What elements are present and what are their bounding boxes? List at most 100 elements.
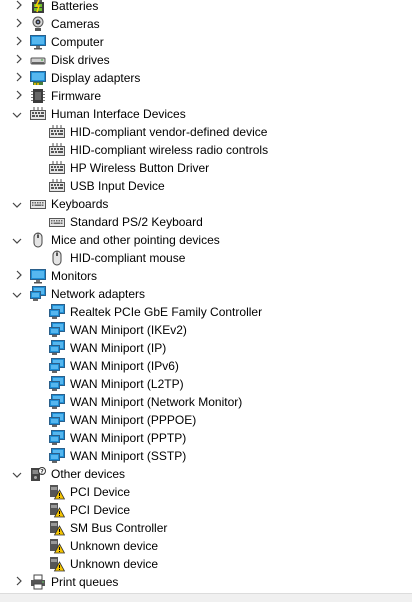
tree-device-unknown-device[interactable]: Unknown device [0, 537, 412, 555]
chevron-down-icon[interactable] [12, 285, 26, 303]
tree-device-hid-compliant-mouse[interactable]: HID-compliant mouse [0, 249, 412, 267]
tree-item-label: WAN Miniport (SSTP) [70, 449, 187, 463]
tree-item-label: HP Wireless Button Driver [70, 161, 210, 175]
tree-item-label: Unknown device [70, 557, 159, 571]
tree-device-wan-miniport-ikev2[interactable]: WAN Miniport (IKEv2) [0, 321, 412, 339]
tree-category-print-queues[interactable]: Print queues [0, 573, 412, 591]
chevron-down-icon[interactable] [12, 465, 26, 483]
network-adapter-icon [49, 322, 65, 338]
tree-category-display-adapters[interactable]: Display adapters [0, 69, 412, 87]
network-adapter-icon [49, 394, 65, 410]
tree-item-label: Computer [51, 35, 104, 49]
network-adapter-icon [49, 358, 65, 374]
disk-drive-icon [30, 52, 46, 68]
tree-device-usb-input-device[interactable]: USB Input Device [0, 177, 412, 195]
svg-text:?: ? [40, 469, 44, 476]
display-adapter-icon [30, 70, 46, 86]
network-adapter-icon [49, 340, 65, 356]
tree-device-hid-compliant-wireless-radio-controls[interactable]: HID-compliant wireless radio controls [0, 141, 412, 159]
hid-icon [49, 160, 65, 176]
chevron-down-icon[interactable] [12, 231, 26, 249]
tree-category-mice-and-other-pointing-devices[interactable]: Mice and other pointing devices [0, 231, 412, 249]
tree-item-label: HID-compliant mouse [70, 251, 186, 265]
tree-device-pci-device[interactable]: PCI Device [0, 501, 412, 519]
tree-item-label: PCI Device [70, 503, 131, 517]
firmware-icon [30, 88, 46, 104]
tree-item-label: SM Bus Controller [70, 521, 168, 535]
tree-category-computer[interactable]: Computer [0, 33, 412, 51]
tree-item-label: Mice and other pointing devices [51, 233, 220, 247]
tree-device-sm-bus-controller[interactable]: SM Bus Controller [0, 519, 412, 537]
tree-item-label: Cameras [51, 17, 100, 31]
tree-item-label: WAN Miniport (L2TP) [70, 377, 184, 391]
tree-item-label: Firmware [51, 89, 101, 103]
chevron-right-icon[interactable] [12, 87, 26, 105]
tree-item-label: WAN Miniport (IP) [70, 341, 167, 355]
device-tree: Batteries Cameras Computer Disk drives Displ… [0, 0, 412, 602]
tree-category-firmware[interactable]: Firmware [0, 87, 412, 105]
tree-category-network-adapters[interactable]: Network adapters [0, 285, 412, 303]
hid-icon [49, 124, 65, 140]
warning-device-icon [49, 520, 66, 536]
warning-device-icon [49, 538, 66, 554]
tree-device-hid-compliant-vendor-defined-device[interactable]: HID-compliant vendor-defined device [0, 123, 412, 141]
network-adapter-icon [30, 286, 46, 302]
chevron-right-icon[interactable] [12, 0, 26, 15]
network-adapter-icon [49, 304, 65, 320]
tree-device-wan-miniport-sstp[interactable]: WAN Miniport (SSTP) [0, 447, 412, 465]
tree-category-disk-drives[interactable]: Disk drives [0, 51, 412, 69]
tree-item-label: Batteries [51, 0, 99, 13]
tree-item-label: HID-compliant vendor-defined device [70, 125, 268, 139]
tree-device-unknown-device[interactable]: Unknown device [0, 555, 412, 573]
tree-device-wan-miniport-network-monitor[interactable]: WAN Miniport (Network Monitor) [0, 393, 412, 411]
tree-device-pci-device[interactable]: PCI Device [0, 483, 412, 501]
warning-device-icon [49, 556, 66, 572]
chevron-right-icon[interactable] [12, 573, 26, 591]
battery-icon [30, 0, 46, 14]
keyboard-icon [49, 214, 65, 230]
chevron-down-icon[interactable] [12, 105, 26, 123]
monitor-icon [30, 34, 46, 50]
chevron-right-icon[interactable] [12, 69, 26, 87]
tree-item-label: Disk drives [51, 53, 110, 67]
tree-device-wan-miniport-l2tp[interactable]: WAN Miniport (L2TP) [0, 375, 412, 393]
tree-device-wan-miniport-pptp[interactable]: WAN Miniport (PPTP) [0, 429, 412, 447]
chevron-down-icon[interactable] [12, 195, 26, 213]
tree-category-monitors[interactable]: Monitors [0, 267, 412, 285]
mouse-icon [49, 250, 65, 266]
mouse-icon [30, 232, 46, 248]
tree-device-wan-miniport-ipv6[interactable]: WAN Miniport (IPv6) [0, 357, 412, 375]
horizontal-scrollbar[interactable] [0, 593, 412, 602]
chevron-right-icon[interactable] [12, 267, 26, 285]
keyboard-icon [30, 196, 46, 212]
tree-category-batteries[interactable]: Batteries [0, 0, 412, 15]
tree-device-hp-wireless-button-driver[interactable]: HP Wireless Button Driver [0, 159, 412, 177]
chevron-right-icon[interactable] [12, 15, 26, 33]
tree-item-label: Display adapters [51, 71, 141, 85]
hid-icon [49, 178, 65, 194]
tree-category-keyboards[interactable]: Keyboards [0, 195, 412, 213]
tree-item-label: Print queues [51, 575, 119, 589]
tree-item-label: WAN Miniport (PPPOE) [70, 413, 197, 427]
tree-item-label: WAN Miniport (PPTP) [70, 431, 187, 445]
chevron-right-icon[interactable] [12, 33, 26, 51]
hid-icon [30, 106, 46, 122]
tree-item-label: Monitors [51, 269, 98, 283]
tree-category-human-interface-devices[interactable]: Human Interface Devices [0, 105, 412, 123]
camera-icon [30, 16, 46, 32]
tree-device-standard-ps-2-keyboard[interactable]: Standard PS/2 Keyboard [0, 213, 412, 231]
tree-category-cameras[interactable]: Cameras [0, 15, 412, 33]
network-adapter-icon [49, 376, 65, 392]
tree-device-realtek-pcie-gbe-family-controller[interactable]: Realtek PCIe GbE Family Controller [0, 303, 412, 321]
network-adapter-icon [49, 448, 65, 464]
tree-category-other-devices[interactable]: ? Other devices [0, 465, 412, 483]
tree-item-label: WAN Miniport (IPv6) [70, 359, 179, 373]
tree-device-wan-miniport-ip[interactable]: WAN Miniport (IP) [0, 339, 412, 357]
tree-device-wan-miniport-pppoe[interactable]: WAN Miniport (PPPOE) [0, 411, 412, 429]
monitor-icon [30, 268, 46, 284]
chevron-right-icon[interactable] [12, 51, 26, 69]
printer-icon [30, 574, 46, 590]
tree-item-label: WAN Miniport (Network Monitor) [70, 395, 243, 409]
other-devices-icon: ? [30, 466, 46, 482]
network-adapter-icon [49, 430, 65, 446]
